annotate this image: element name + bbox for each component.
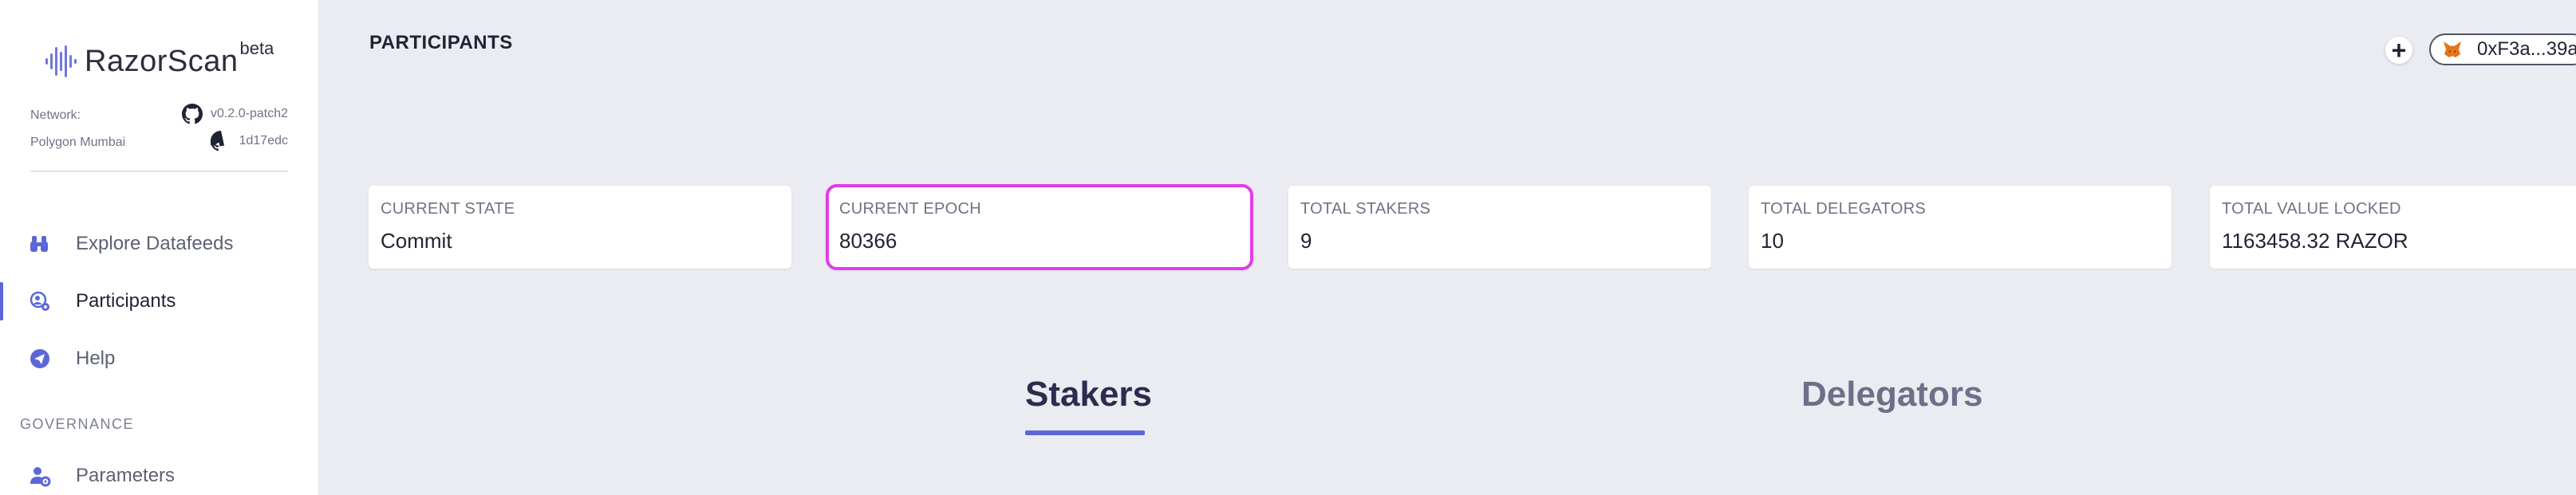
stat-value: 9 [1300, 229, 1312, 253]
stat-value: 80366 [839, 229, 897, 253]
binoculars-icon [30, 236, 48, 252]
stat-card-total-value-locked: TOTAL VALUE LOCKED 1163458.32 RAZOR [2210, 186, 2576, 269]
sidebar-item-label: Help [76, 348, 116, 369]
github-icon [210, 131, 224, 151]
help-icon [30, 349, 49, 368]
tab-stakers[interactable]: Stakers [1025, 375, 1152, 414]
active-tab-indicator [1025, 430, 1145, 435]
governance-section-label: GOVERNANCE [20, 416, 135, 432]
metamask-fox-icon [2444, 41, 2461, 57]
add-button[interactable]: + [2385, 37, 2412, 64]
page-title: PARTICIPANTS [369, 32, 513, 53]
stat-label: TOTAL DELEGATORS [1761, 200, 1927, 218]
sidebar-item-label: Parameters [76, 465, 176, 486]
github-icon [182, 104, 203, 124]
sidebar-divider [30, 171, 288, 172]
wallet-address: 0xF3a...39a [2477, 38, 2576, 60]
stat-value: 10 [1761, 229, 1784, 253]
brand-name: RazorScan [85, 44, 239, 78]
stat-card-total-stakers: TOTAL STAKERS 9 [1288, 186, 1711, 269]
stat-value: Commit [381, 229, 452, 253]
stat-label: CURRENT EPOCH [839, 200, 981, 218]
stat-card-current-epoch: CURRENT EPOCH 80366 [826, 184, 1253, 270]
sidebar-item-explore-datafeeds[interactable]: Explore Datafeeds [0, 222, 319, 266]
stat-value: 1163458.32 RAZOR [2222, 229, 2408, 253]
network-label: Network: [30, 108, 81, 122]
stat-card-current-state: CURRENT STATE Commit [369, 186, 791, 269]
version-link[interactable]: v0.2.0-patch2 [182, 104, 288, 124]
network-name: Polygon Mumbai [30, 136, 126, 149]
wallet-button[interactable]: 0xF3a...39a [2429, 33, 2576, 65]
sidebar-item-label: Participants [76, 290, 176, 312]
brand-logo[interactable]: RazorScan beta [45, 38, 274, 80]
commit-text: 1d17edc [239, 134, 288, 147]
stat-label: TOTAL STAKERS [1300, 200, 1431, 218]
user-gear-icon [30, 467, 51, 487]
stat-card-total-delegators: TOTAL DELEGATORS 10 [1749, 186, 2172, 269]
stat-label: TOTAL VALUE LOCKED [2222, 200, 2401, 218]
brand-badge: beta [239, 38, 274, 58]
sidebar-item-parameters[interactable]: Parameters [0, 454, 319, 495]
stat-label: CURRENT STATE [381, 200, 515, 218]
participants-icon [30, 291, 49, 311]
sidebar-item-label: Explore Datafeeds [76, 233, 234, 254]
razorscan-logo-icon [45, 45, 77, 77]
sidebar-item-help[interactable]: Help [0, 336, 319, 381]
version-text: v0.2.0-patch2 [211, 107, 288, 120]
sidebar-item-participants[interactable]: Participants [0, 279, 319, 324]
plus-icon: + [2391, 36, 2407, 65]
sidebar: RazorScan beta Network: Polygon Mumbai v… [0, 0, 319, 495]
tab-delegators[interactable]: Delegators [1801, 375, 1982, 414]
commit-link[interactable]: 1d17edc [210, 131, 288, 151]
